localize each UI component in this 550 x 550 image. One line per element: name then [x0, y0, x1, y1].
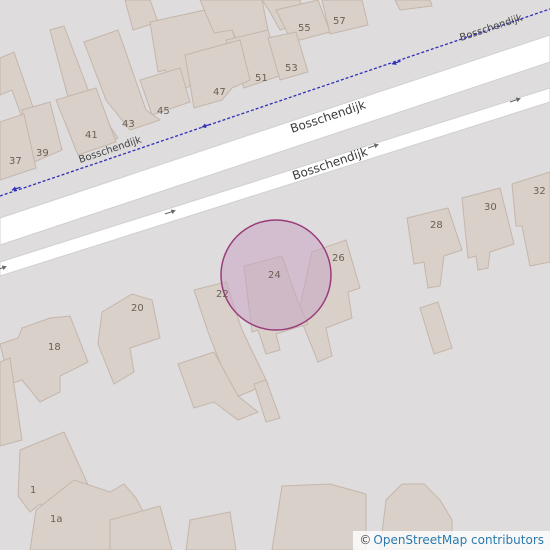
house-number-label: 24: [268, 270, 281, 281]
house-number-label: 55: [298, 23, 311, 34]
attribution-link[interactable]: OpenStreetMap contributors: [373, 533, 544, 547]
map-layer: 55 57 51 53 47 45 43 41 39 37 28 30 32 2…: [0, 0, 550, 550]
house-number-label: 37: [9, 156, 22, 167]
map-canvas[interactable]: 55 57 51 53 47 45 43 41 39 37 28 30 32 2…: [0, 0, 550, 550]
building: [271, 483, 367, 550]
house-number-label: 20: [131, 303, 144, 314]
house-number-label: 57: [333, 16, 346, 27]
house-number-label: 26: [332, 253, 345, 264]
house-number-label: 43: [122, 119, 135, 130]
house-number-label: 32: [533, 186, 546, 197]
house-number-label: 47: [213, 87, 226, 98]
house-number-label: 22: [216, 289, 229, 300]
house-number-label: 1a: [50, 514, 63, 525]
house-number-label: 39: [36, 148, 49, 159]
house-number-label: 41: [85, 130, 98, 141]
map-attribution: © OpenStreetMap contributors: [353, 531, 550, 550]
house-number-label: 18: [48, 342, 61, 353]
house-number-label: 1: [30, 485, 36, 496]
house-number-label: 45: [157, 106, 170, 117]
house-number-label: 53: [285, 63, 298, 74]
house-number-label: 30: [484, 202, 497, 213]
house-number-label: 51: [255, 73, 268, 84]
copyright-symbol: ©: [359, 533, 372, 547]
house-number-label: 28: [430, 220, 443, 231]
